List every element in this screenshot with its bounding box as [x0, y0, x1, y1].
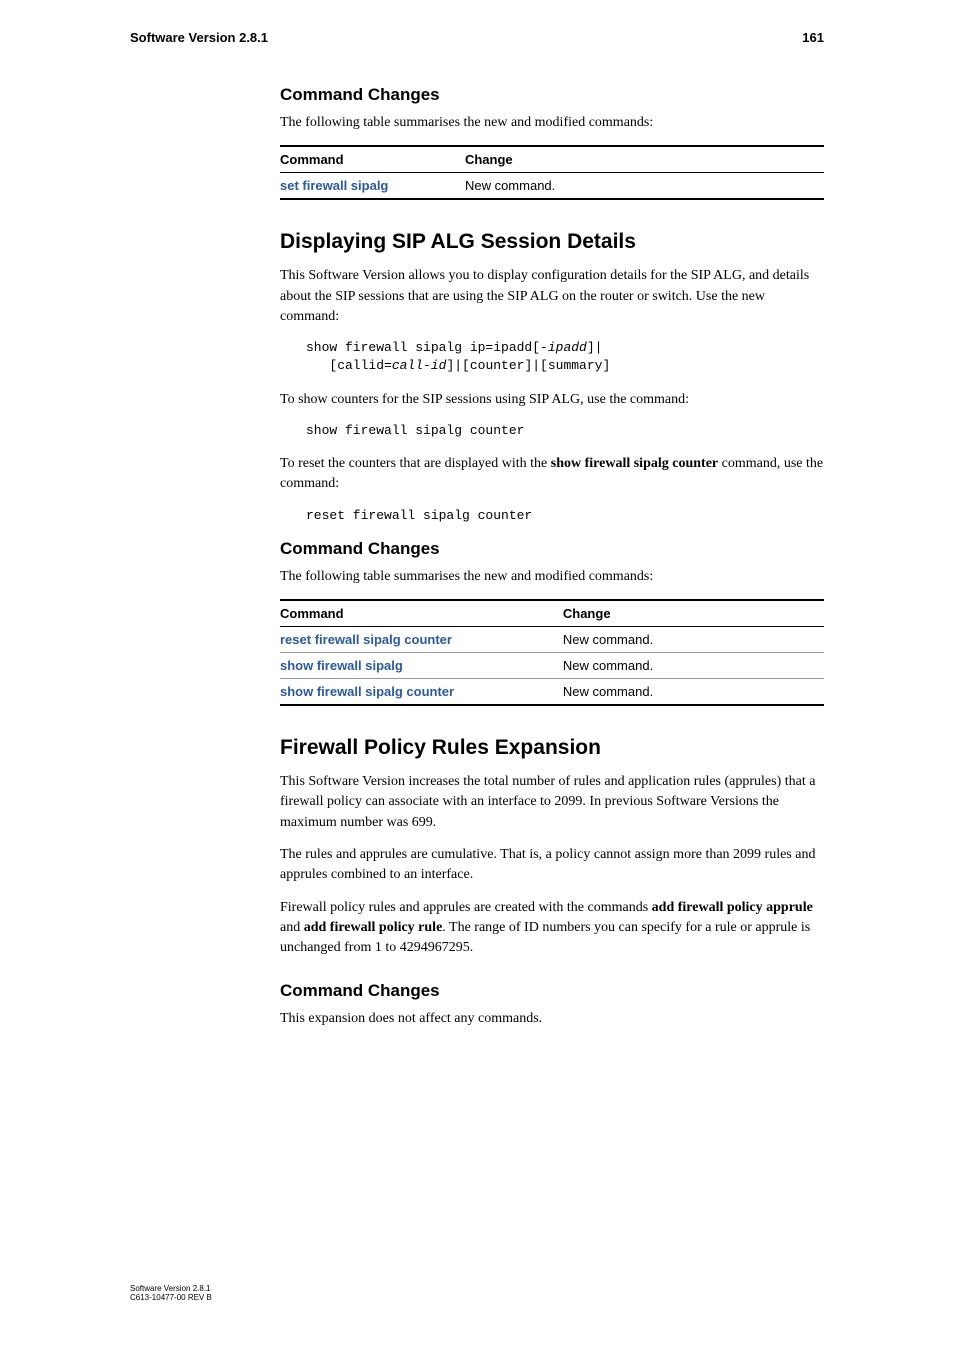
footer-line1: Software Version 2.8.1 — [130, 1284, 212, 1294]
intro-text-1: The following table summarises the new a… — [280, 113, 824, 133]
table-row: show firewall sipalg New command. — [280, 653, 824, 679]
heading-sip-alg: Displaying SIP ALG Session Details — [280, 230, 824, 254]
command-table-1: Command Change set firewall sipalg New c… — [280, 145, 824, 200]
change-cell: New command. — [563, 679, 824, 706]
table-row: reset firewall sipalg counter New comman… — [280, 627, 824, 653]
th-change-1: Change — [465, 146, 824, 173]
heading-command-changes-2: Command Changes — [280, 539, 824, 559]
code-block-2: show firewall sipalg counter — [306, 422, 824, 440]
heading-command-changes-1: Command Changes — [280, 85, 824, 105]
page-header: Software Version 2.8.1 161 — [130, 30, 824, 45]
change-cell: New command. — [563, 653, 824, 679]
th-change-2: Change — [563, 600, 824, 627]
cmd-link[interactable]: reset firewall sipalg counter — [280, 627, 563, 653]
heading-command-changes-3: Command Changes — [280, 981, 824, 1001]
change-cell: New command. — [465, 173, 824, 200]
cmd-link[interactable]: show firewall sipalg counter — [280, 679, 563, 706]
table-row: show firewall sipalg counter New command… — [280, 679, 824, 706]
header-right: 161 — [802, 30, 824, 45]
fw-p3: Firewall policy rules and apprules are c… — [280, 898, 824, 959]
sip-alg-p2: To show counters for the SIP sessions us… — [280, 390, 824, 410]
th-command-2: Command — [280, 600, 563, 627]
fw-p2: The rules and apprules are cumulative. T… — [280, 845, 824, 886]
cmd-link[interactable]: show firewall sipalg — [280, 653, 563, 679]
change-cell: New command. — [563, 627, 824, 653]
fw-p4: This expansion does not affect any comma… — [280, 1009, 824, 1029]
footer-line2: C613-10477-00 REV B — [130, 1293, 212, 1303]
table-row: set firewall sipalg New command. — [280, 173, 824, 200]
code-block-3: reset firewall sipalg counter — [306, 507, 824, 525]
sip-alg-p1: This Software Version allows you to disp… — [280, 266, 824, 327]
sip-alg-p3: To reset the counters that are displayed… — [280, 454, 824, 495]
command-table-2: Command Change reset firewall sipalg cou… — [280, 599, 824, 706]
page-content: Command Changes The following table summ… — [280, 85, 824, 1029]
intro-text-2: The following table summarises the new a… — [280, 567, 824, 587]
code-block-1: show firewall sipalg ip=ipadd[-ipadd]| [… — [306, 339, 824, 375]
page-footer: Software Version 2.8.1 C613-10477-00 REV… — [130, 1284, 212, 1303]
heading-firewall-expansion: Firewall Policy Rules Expansion — [280, 736, 824, 760]
th-command-1: Command — [280, 146, 465, 173]
fw-p1: This Software Version increases the tota… — [280, 772, 824, 833]
cmd-link[interactable]: set firewall sipalg — [280, 173, 465, 200]
header-left: Software Version 2.8.1 — [130, 30, 268, 45]
